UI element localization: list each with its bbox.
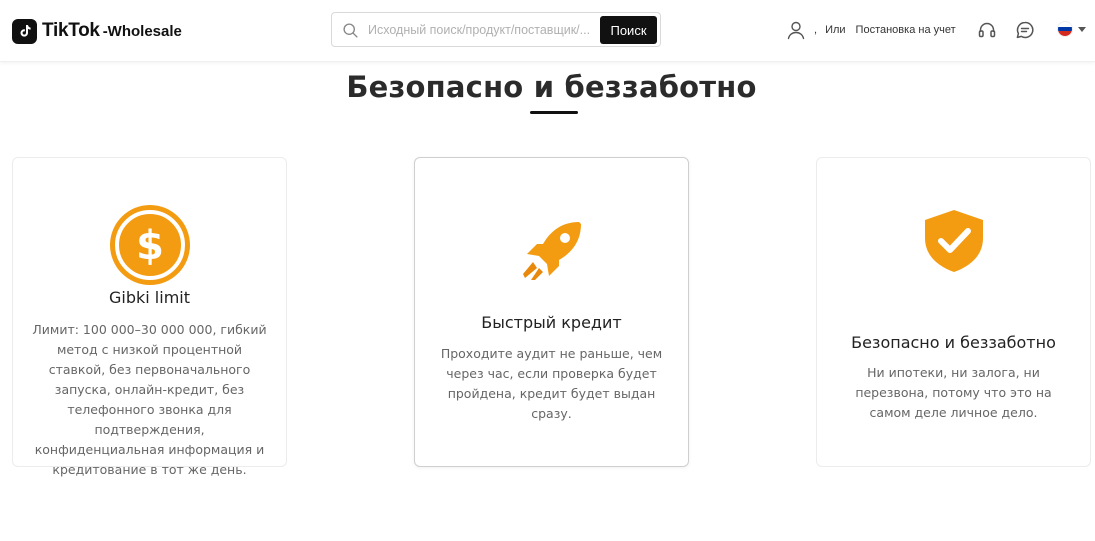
logo[interactable]: TikTok -Wholesale — [12, 18, 182, 44]
search-input[interactable] — [368, 16, 596, 43]
feature-card-fast-credit: Быстрый кредит Проходите аудит не раньше… — [414, 157, 689, 467]
search-button[interactable]: Поиск — [600, 16, 657, 44]
card-description: Проходите аудит не раньше, чем через час… — [440, 346, 663, 421]
logo-suffix: -Wholesale — [102, 22, 182, 40]
search-bar: Поиск — [331, 12, 661, 47]
logo-brand: TikTok — [42, 20, 100, 41]
login-separator: , — [814, 24, 818, 36]
search-icon — [343, 23, 358, 38]
rocket-icon — [522, 222, 581, 280]
card-title: Быстрый кредит — [481, 313, 622, 332]
user-icon[interactable] — [786, 20, 806, 40]
or-label: Или — [825, 24, 846, 36]
card-description: Лимит: 100 000–30 000 000, гибкий метод … — [32, 322, 267, 477]
card-description: Ни ипотеки, ни залога, ни перезвона, пот… — [855, 365, 1052, 420]
flag-icon — [1057, 21, 1073, 37]
svg-text:$: $ — [136, 223, 164, 269]
register-link[interactable]: Постановка на учет — [856, 24, 956, 36]
top-header: TikTok -Wholesale Поиск , Или Постановка… — [0, 0, 1095, 62]
card-title: Gibki limit — [109, 288, 190, 307]
language-selector[interactable] — [1057, 21, 1086, 37]
feature-card-flexible-limit: $ Gibki limit Лимит: 100 000–30 000 000,… — [12, 157, 287, 477]
user-area: , Или Постановка на учет — [786, 18, 956, 42]
dollar-coin-icon: $ — [109, 205, 190, 285]
chevron-down-icon — [1078, 26, 1086, 32]
headset-icon[interactable] — [977, 20, 997, 40]
tiktok-logo-icon — [12, 18, 37, 44]
section-title: Безопасно и беззаботно — [346, 70, 757, 104]
card-title: Безопасно и беззаботно — [851, 333, 1056, 352]
title-underline — [530, 111, 578, 114]
chat-icon[interactable] — [1015, 20, 1035, 40]
shield-check-icon — [924, 210, 983, 272]
feature-card-safe: Безопасно и беззаботно Ни ипотеки, ни за… — [816, 157, 1091, 467]
